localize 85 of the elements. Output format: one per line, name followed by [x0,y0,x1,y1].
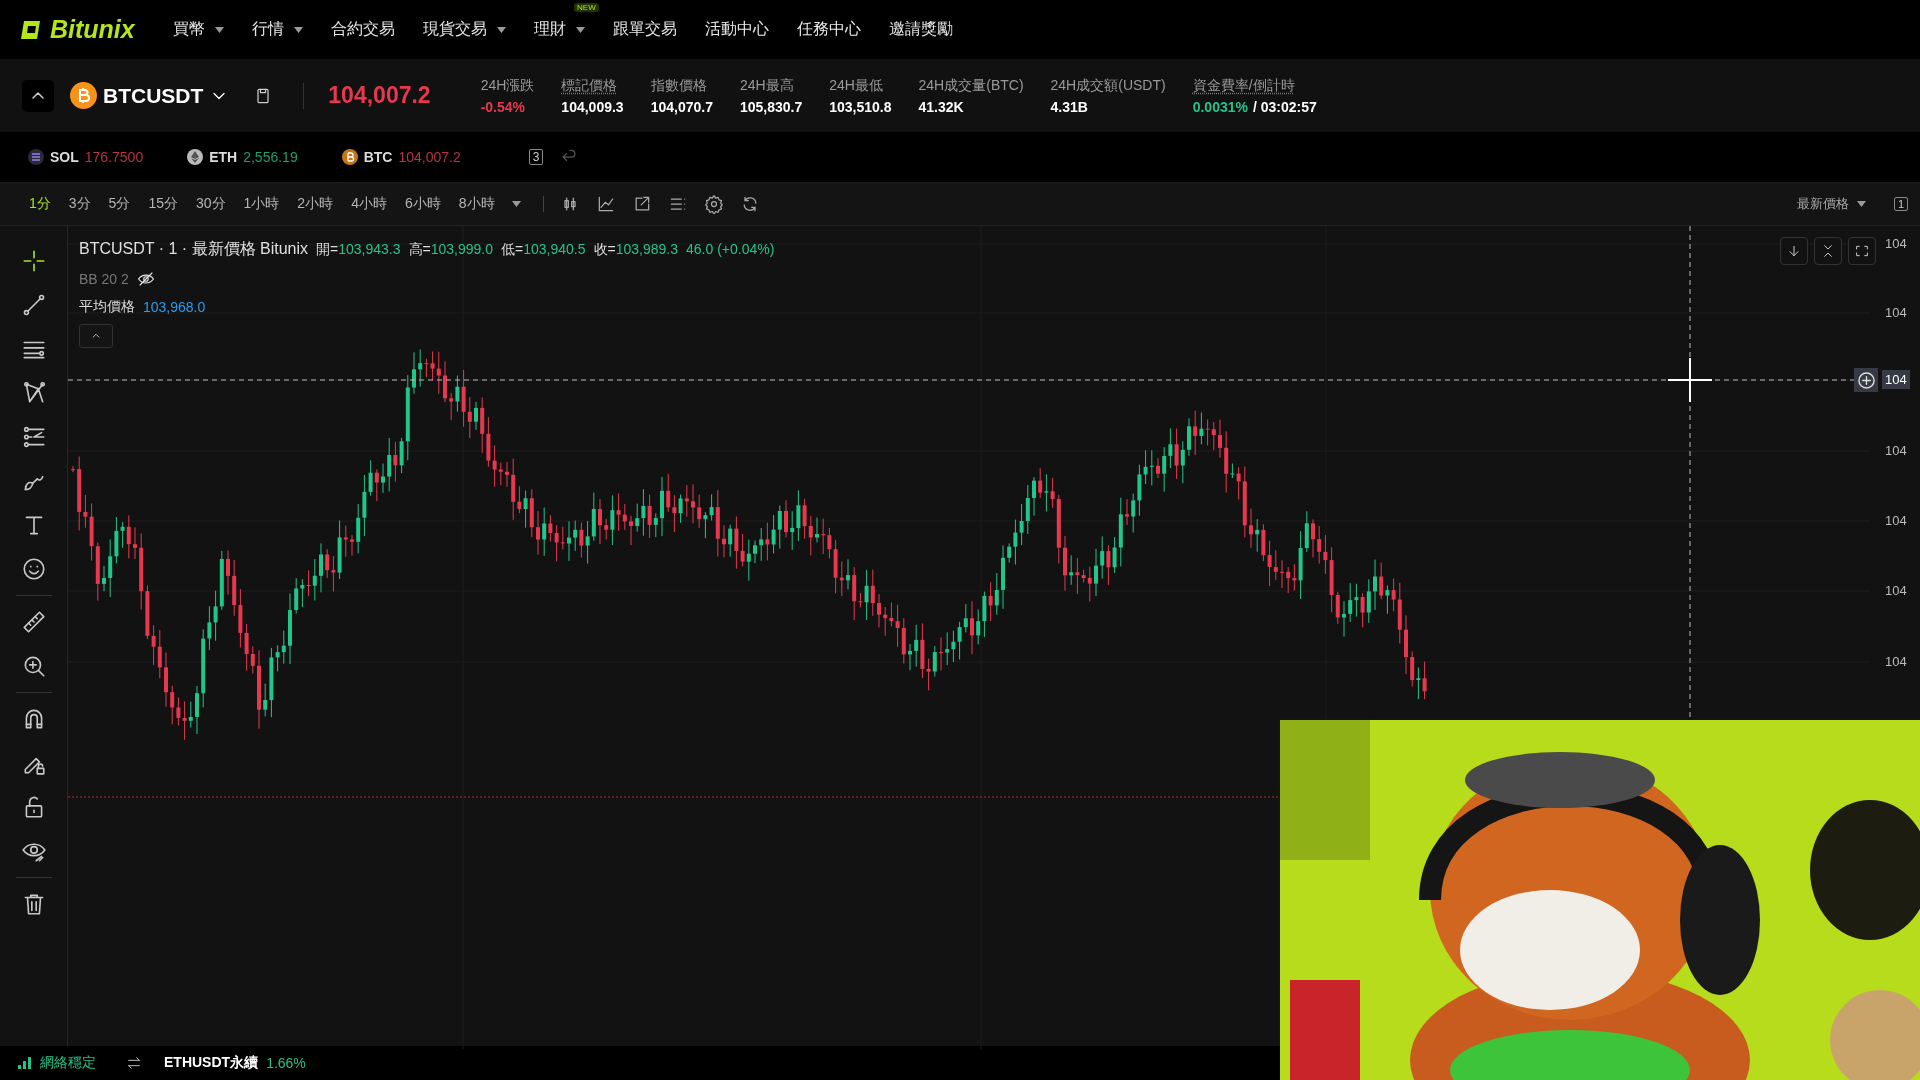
logo-text[interactable]: Bitunix [50,15,135,44]
nav-item[interactable]: 活動中心 [704,19,769,40]
last-price: 104,007.2 [328,82,431,109]
stat-value: 104,070.7 [650,98,713,115]
stat-label: 標記價格 [561,76,619,95]
plus-circle-icon [1857,371,1875,389]
nav-item[interactable]: 行情 [251,19,303,40]
ohlc-value: 收=103,989.3 [593,241,678,259]
pair-change: 1.66% [266,1055,306,1071]
interval-tab[interactable]: 6小時 [395,195,450,213]
interval-tab[interactable]: 1分 [20,195,60,213]
settings-icon [703,194,724,214]
price-axis-label: 104 [1882,370,1910,389]
stat-label: 24H成交額(USDT) [1050,76,1166,95]
signal-icon [18,1057,32,1069]
stat-value: 105,830.7 [739,98,803,115]
crosshair-cursor [1667,357,1713,403]
nav-item[interactable]: 買幣 [172,19,224,40]
stat-value: 41.32K [918,98,964,115]
ohlc-value: 開=103,943.3 [316,241,401,259]
interval-tab[interactable]: 15分 [139,195,187,213]
caret-icon [1856,201,1866,207]
stat-label: 24H最低 [829,76,884,95]
interval-tab[interactable]: 8小時 [449,195,504,213]
smiley-icon [20,556,47,582]
new-badge: NEW [574,3,599,12]
bitcoin-icon [70,82,97,109]
layout-count-button[interactable]: 1 [1893,197,1908,211]
fullscreen-button[interactable] [1848,237,1876,265]
compress-button[interactable] [1814,237,1842,265]
price-axis-label: 104 [1884,653,1908,671]
network-status: 網絡穩定 [40,1054,96,1072]
scroll-down-button[interactable] [1780,237,1808,265]
price-axis-label: 104 [1884,512,1908,530]
interval-tab[interactable]: 5分 [99,195,140,213]
stat-label: 資金費率/倒計時 [1192,76,1296,95]
stat-label: 24H最高 [739,76,795,95]
stat-value: 4.31B [1050,98,1088,115]
interval-tab[interactable]: 2小時 [288,195,343,213]
stat-value: -0.54% [480,98,525,115]
average-price-value: 103,968.0 [143,299,206,315]
ohlc-value: 低=103,940.5 [501,241,586,259]
price-axis-label: 104 [1884,304,1908,322]
caret-icon [511,201,521,207]
eye-off-icon[interactable] [136,270,155,288]
stat-label: 指數價格 [650,76,708,95]
price-change: 46.0 (+0.04%) [686,241,775,259]
stat-label: 24H成交量(BTC) [918,76,1024,95]
price-type-dropdown[interactable]: 最新價格 [1790,194,1872,214]
nav-item[interactable]: 現貨交易 [422,19,506,40]
symbol-selector[interactable]: BTCUSDT [70,82,230,109]
stat-value: 0.0031% [1192,98,1248,115]
settings-button[interactable] [703,194,724,214]
favorite-ticker[interactable]: BTC 104,007.2 [341,149,461,165]
price-axis-label: 104 [1884,582,1908,600]
arrow-down-icon [1786,243,1802,259]
stat-value: 103,510.8 [829,98,892,115]
nav-item[interactable]: 任務中心 [796,19,861,40]
average-price-label: 平均價格 [79,298,135,316]
layout-count-button[interactable]: 3 [528,149,544,165]
ohlc-value: 高=103,999.0 [408,241,494,259]
indicator-label: BB 20 2 [79,271,129,287]
fullscreen-icon [1854,243,1870,259]
nav-item[interactable]: 合約交易 [330,19,395,40]
interval-tab[interactable]: 30分 [186,195,235,213]
price-axis-label: 104 [1884,442,1908,460]
favorite-ticker[interactable]: SOL 176.7500 [28,149,144,165]
swap-icon [126,1055,142,1071]
price-axis-label: 104 [1884,235,1908,253]
interval-tab[interactable]: 4小時 [342,195,396,213]
chart-title: BTCUSDT · 1 · 最新價格 Bitunix [79,239,309,259]
more-intervals-button[interactable] [511,201,521,207]
chevron-up-icon [32,92,44,99]
nav-item[interactable]: 邀請獎勵 [888,19,953,40]
interval-tab[interactable]: 3分 [59,195,100,213]
stat-value: 104,009.3 [561,98,624,115]
interval-tab[interactable]: 1小時 [234,195,289,213]
ruler-icon [20,609,47,635]
collapse-button[interactable] [22,79,54,112]
countdown: / 03:02:57 [1252,98,1317,115]
add-alert-button[interactable] [1854,368,1878,392]
favorite-ticker[interactable]: ETH 2,556.19 [187,149,298,165]
nav-item[interactable]: 跟單交易 [612,19,677,40]
stat-label: 24H漲跌 [480,76,535,95]
pair-name: ETHUSDT永續 [164,1054,259,1072]
